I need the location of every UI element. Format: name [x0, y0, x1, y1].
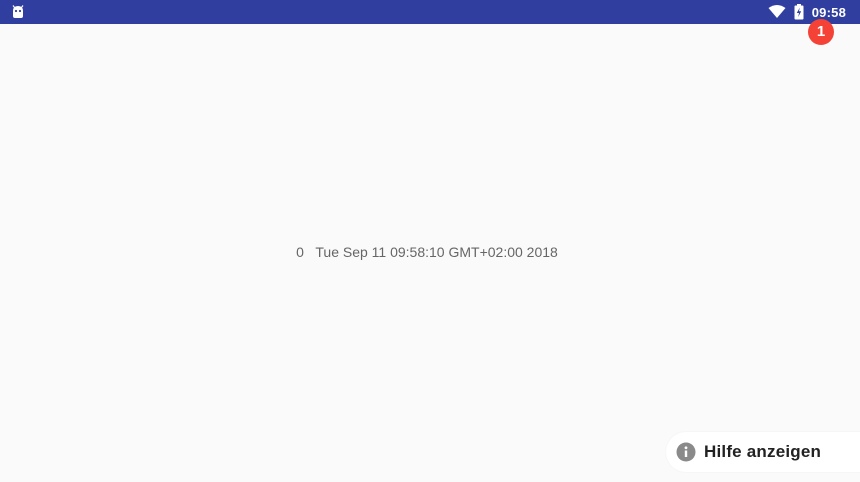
status-icons: 09:58: [768, 0, 846, 24]
notification-badge: 1: [808, 19, 834, 45]
status-clock: 09:58: [811, 4, 846, 20]
help-button[interactable]: Hilfe anzeigen: [666, 432, 860, 472]
status-bar: 09:58: [0, 0, 860, 24]
screen: 09:58 1 0 Tue Sep 11 09:58:10 GMT+02:00 …: [0, 0, 860, 482]
help-button-label: Hilfe anzeigen: [704, 442, 822, 461]
battery-charging-icon: [794, 4, 804, 20]
wifi-icon: [768, 5, 786, 19]
counter-timestamp-text: 0 Tue Sep 11 09:58:10 GMT+02:00 2018: [0, 244, 854, 260]
timestamp-text: Tue Sep 11 09:58:10 GMT+02:00 2018: [315, 244, 558, 260]
counter-value: 0: [296, 244, 304, 260]
android-robot-icon: [10, 4, 26, 20]
info-icon: [676, 442, 696, 462]
